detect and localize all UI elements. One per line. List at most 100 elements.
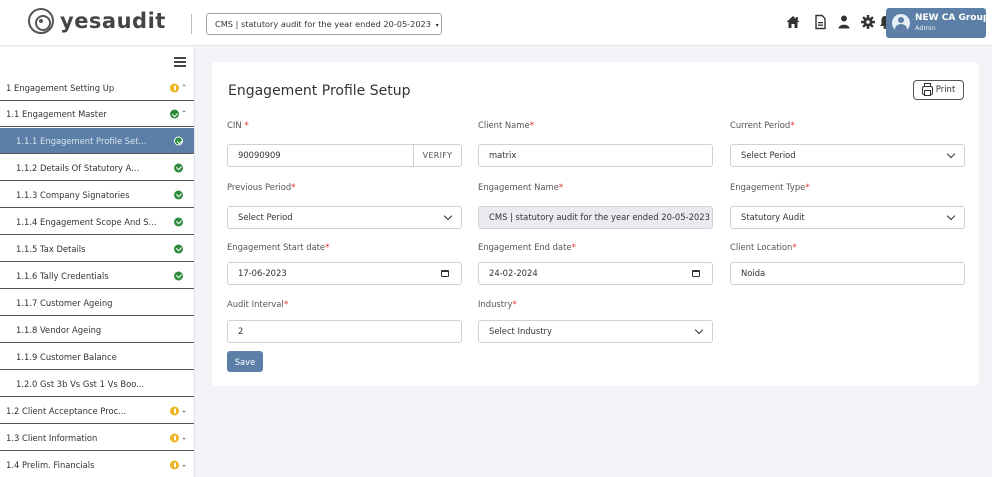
gear-icon[interactable] [860, 14, 876, 30]
sidebar-item-prelim-financials[interactable]: 1.4 Prelim. Financials ⌄ [0, 452, 194, 477]
chevron-down-icon: ⌄ [181, 433, 187, 441]
engagement-type-value: Statutory Audit [741, 212, 805, 222]
top-header: yesaudit CMS | statutory audit for the y… [0, 0, 992, 46]
audit-interval-value: 2 [238, 326, 244, 336]
logo[interactable]: yesaudit [28, 8, 166, 34]
engagement-name-input: CMS | statutory audit for the year ended… [478, 206, 713, 229]
cin-label: CIN * [227, 120, 249, 131]
engagement-name-label-text: Engagement Name [478, 182, 559, 192]
end-date-value: 24-02-2024 [489, 268, 538, 278]
end-date-label-text: Engagement End date [478, 242, 572, 252]
header-divider [191, 14, 192, 34]
engagement-select-value: CMS | statutory audit for the year ended… [215, 19, 431, 29]
client-name-input[interactable]: matrix [478, 144, 713, 167]
current-period-label: Current Period* [730, 120, 795, 131]
end-date-input[interactable]: 24-02-2024 [478, 262, 713, 285]
current-period-value: Select Period [741, 150, 796, 160]
required-mark: * [291, 183, 296, 193]
verify-button[interactable]: VERIFY [413, 145, 461, 166]
sidebar-item-company-signatories[interactable]: 1.1.3 Company Signatories [0, 182, 194, 208]
chevron-down-icon: ⌄ [181, 460, 187, 469]
audit-interval-input[interactable]: 2 [227, 320, 462, 343]
document-icon[interactable] [812, 14, 828, 30]
client-location-value: Noida [741, 268, 766, 278]
check-icon [174, 244, 183, 253]
start-date-label-text: Engagement Start date [227, 242, 326, 252]
check-icon [170, 109, 180, 119]
check-icon [174, 136, 183, 145]
cin-value: 90090909 [238, 150, 281, 160]
sidebar-item-label: 1.1.6 Tally Credentials [16, 270, 109, 281]
sidebar-item-client-information[interactable]: 1.3 Client Information ⌄ [0, 425, 194, 451]
current-period-select[interactable]: Select Period [730, 144, 965, 167]
previous-period-value: Select Period [238, 212, 293, 222]
sidebar-item-label: 1.2 Client Acceptance Proc... [6, 405, 127, 416]
check-icon [174, 217, 183, 226]
start-date-input[interactable]: 17-06-2023 [227, 262, 462, 285]
engagement-type-label: Engagement Type* [730, 182, 810, 193]
logo-text: yesaudit [60, 9, 166, 33]
sidebar-item-tally-credentials[interactable]: 1.1.6 Tally Credentials [0, 263, 194, 289]
chevron-down-icon [946, 149, 956, 159]
sidebar-item-engagement-setting-up[interactable]: 1 Engagement Setting Up ⌃ [0, 76, 194, 101]
sidebar-item-customer-balance[interactable]: 1.1.9 Customer Balance [0, 344, 194, 370]
sidebar-item-tax-details[interactable]: 1.1.5 Tax Details [0, 236, 194, 262]
check-icon [174, 271, 183, 280]
sidebar-item-engagement-master[interactable]: 1.1 Engagement Master ⌃ [0, 102, 194, 127]
caret-down-icon: ▾ [435, 22, 439, 29]
end-date-label: Engagement End date* [478, 242, 576, 253]
calendar-icon[interactable] [441, 270, 449, 277]
user-menu-button[interactable]: NEW CA Group Admin [886, 8, 990, 38]
sidebar-item-client-acceptance[interactable]: 1.2 Client Acceptance Proc... ⌄ [0, 398, 194, 424]
sidebar-item-label: 1.1.3 Company Signatories [16, 189, 130, 200]
industry-label: Industry* [478, 299, 517, 310]
industry-select[interactable]: Select Industry [478, 320, 713, 343]
home-icon[interactable] [785, 14, 801, 30]
cin-input[interactable]: 90090909 VERIFY [227, 144, 462, 167]
previous-period-select[interactable]: Select Period [227, 206, 462, 229]
user-role: Admin [915, 24, 936, 33]
sidebar-item-gst-comparison[interactable]: 1.2.0 Gst 3b Vs Gst 1 Vs Boo... [0, 371, 194, 397]
engagement-name-value: CMS | statutory audit for the year ended… [489, 212, 710, 222]
sidebar-item-label: 1.1.7 Customer Ageing [16, 297, 113, 308]
user-icon[interactable] [836, 14, 852, 30]
sidebar-item-label: 1.1.2 Details Of Statutory A... [16, 162, 140, 173]
save-button[interactable]: Save [227, 351, 263, 372]
start-date-label: Engagement Start date* [227, 242, 330, 253]
required-mark: * [790, 121, 795, 131]
required-mark: * [512, 300, 517, 310]
sidebar-item-vendor-ageing[interactable]: 1.1.8 Vendor Ageing [0, 317, 194, 343]
required-mark: * [283, 300, 289, 310]
print-button[interactable]: Print [913, 80, 964, 100]
sidebar-item-label: 1.3 Client Information [6, 432, 98, 443]
calendar-icon[interactable] [692, 270, 700, 277]
audit-interval-label-text: Audit Interval [227, 299, 284, 309]
required-mark: * [571, 243, 577, 253]
client-location-label-text: Client Location [730, 242, 793, 252]
chevron-down-icon [694, 325, 704, 335]
chevron-down-icon [946, 211, 956, 221]
sidebar-item-label: 1.4 Prelim. Financials [6, 460, 95, 470]
sidebar-item-label: 1.1.8 Vendor Ageing [16, 324, 102, 335]
logo-icon [28, 8, 54, 34]
audit-interval-label: Audit Interval* [227, 299, 288, 310]
client-location-input[interactable]: Noida [730, 262, 965, 285]
industry-label-text: Industry [478, 299, 513, 309]
engagement-select[interactable]: CMS | statutory audit for the year ended… [206, 13, 442, 35]
hamburger-menu-icon[interactable] [174, 57, 186, 67]
chevron-down-icon: ⌄ [181, 406, 187, 414]
user-name: NEW CA Group [915, 13, 990, 24]
sidebar-item-label: 1.1.4 Engagement Scope And S... [16, 216, 157, 227]
sidebar-item-engagement-profile-setup[interactable]: 1.1.1 Engagement Profile Set... [0, 128, 194, 154]
pending-icon [170, 83, 180, 93]
chevron-up-icon: ⌃ [181, 83, 187, 92]
sidebar-item-customer-ageing[interactable]: 1.1.7 Customer Ageing [0, 290, 194, 316]
cin-label-text: CIN [227, 120, 242, 130]
engagement-type-select[interactable]: Statutory Audit [730, 206, 965, 229]
required-mark: * [805, 183, 810, 193]
client-name-label-text: Client Name [478, 120, 530, 130]
sidebar-item-engagement-scope[interactable]: 1.1.4 Engagement Scope And S... [0, 209, 194, 235]
sidebar-item-details-of-statutory-auditor[interactable]: 1.1.2 Details Of Statutory A... [0, 155, 194, 181]
sidebar: 1 Engagement Setting Up ⌃ 1.1 Engagement… [0, 47, 195, 477]
engagement-type-label-text: Engagement Type [730, 182, 806, 192]
